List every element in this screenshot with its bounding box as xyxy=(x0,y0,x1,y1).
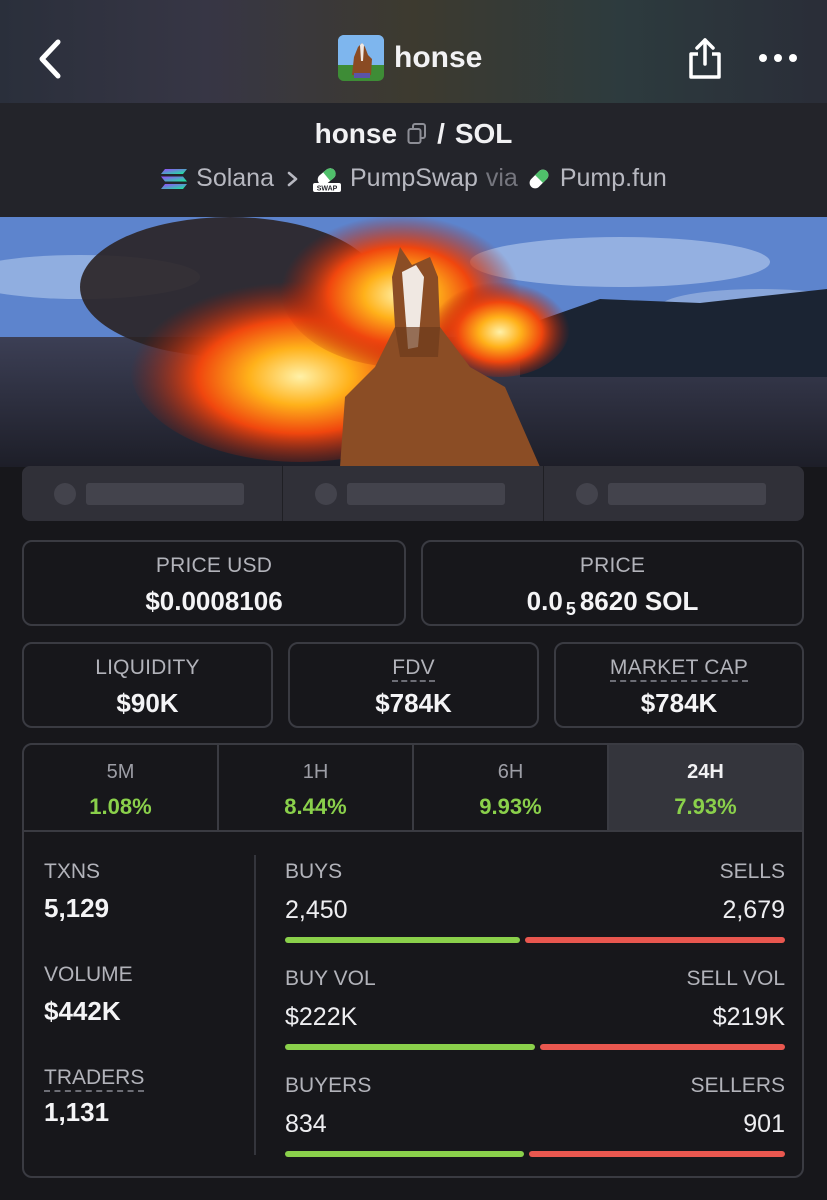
dex-link[interactable]: SWAP PumpSwap xyxy=(312,164,478,193)
copy-icon[interactable] xyxy=(407,123,427,145)
sells-ratio-bar xyxy=(525,937,785,943)
sell-vol-value: $219K xyxy=(712,1003,785,1031)
pumpswap-icon: SWAP xyxy=(313,167,341,192)
liquidity-card: LIQUIDITY $90K xyxy=(22,642,273,728)
traders-label[interactable]: TRADERS xyxy=(44,1066,145,1092)
sells-value: 2,679 xyxy=(722,896,785,924)
tab-5m[interactable]: 5M 1.08% xyxy=(24,745,219,830)
buyers-ratio-bar xyxy=(285,1151,524,1157)
traders-value: 1,131 xyxy=(44,1097,110,1127)
fdv-card[interactable]: FDV $784K xyxy=(288,642,539,728)
price-usd-value: $0.0008106 xyxy=(145,586,283,616)
txns-value: 5,129 xyxy=(44,893,110,923)
market-cap-card[interactable]: MARKET CAP $784K xyxy=(554,642,804,728)
totals-column: TXNS 5,129 VOLUME $442K TRADERS 1,131 xyxy=(44,860,244,1128)
pumpfun-icon xyxy=(529,169,549,188)
top-bar: honse xyxy=(0,0,827,103)
fdv-label[interactable]: FDV xyxy=(392,656,435,682)
dex-name: PumpSwap xyxy=(350,164,478,192)
change-5m: 1.08% xyxy=(89,794,152,819)
txns-label: TXNS xyxy=(44,860,101,883)
volume-split-row: BUY VOL SELL VOL $222K $219K xyxy=(285,967,785,1050)
social-placeholder-1 xyxy=(22,466,283,521)
buys-label: BUYS xyxy=(285,860,343,883)
sellers-ratio-bar xyxy=(529,1151,785,1157)
launchpad-name: Pump.fun xyxy=(559,164,667,192)
via-label: via xyxy=(485,164,518,192)
txns-stat: TXNS 5,129 xyxy=(44,860,244,924)
chain-name: Solana xyxy=(196,164,274,192)
buy-vol-value: $222K xyxy=(285,1003,358,1031)
social-placeholder-3 xyxy=(544,466,804,521)
buys-sells-row: BUYS SELLS 2,450 2,679 xyxy=(285,860,785,943)
launchpad-link[interactable]: Pump.fun xyxy=(526,164,667,193)
price-label: PRICE xyxy=(579,554,646,577)
buys-ratio-bar xyxy=(285,937,520,943)
timeframe-tabs: 5M 1.08% 1H 8.44% 6H 9.93% 24H 7.93% xyxy=(24,745,802,832)
stats-panel: 5M 1.08% 1H 8.44% 6H 9.93% 24H 7.93% TXN… xyxy=(22,743,804,1178)
token-title: honse xyxy=(338,34,482,82)
price-native-value: 0.0 5 8620 SOL xyxy=(526,586,699,619)
solana-icon xyxy=(161,168,188,189)
pair-quote: SOL xyxy=(454,118,513,149)
pair-separator: / xyxy=(437,118,445,149)
sells-label: SELLS xyxy=(719,860,785,883)
change-6h: 9.93% xyxy=(479,794,542,819)
market-cap-label[interactable]: MARKET CAP xyxy=(609,656,749,682)
traders-stat: TRADERS 1,131 xyxy=(44,1066,244,1128)
token-name: honse xyxy=(394,41,483,74)
token-banner-image xyxy=(0,217,827,467)
buys-value: 2,450 xyxy=(285,896,348,924)
buyers-value: 834 xyxy=(285,1110,327,1138)
sell-vol-ratio-bar xyxy=(540,1044,785,1050)
sell-vol-label: SELL VOL xyxy=(686,967,785,990)
volume-label: VOLUME xyxy=(44,963,133,986)
fdv-value: $784K xyxy=(375,688,452,718)
pair-title: honse / SOL xyxy=(0,118,827,150)
sellers-value: 901 xyxy=(743,1110,785,1138)
back-chevron-icon[interactable] xyxy=(34,38,68,80)
change-1h: 8.44% xyxy=(284,794,347,819)
breadcrumb: Solana SWAP PumpSwap via Pump.fun xyxy=(0,164,827,193)
tab-1h[interactable]: 1H 8.44% xyxy=(219,745,414,830)
more-icon[interactable] xyxy=(758,48,798,68)
token-avatar xyxy=(338,35,384,81)
column-divider xyxy=(254,855,256,1155)
social-links-placeholder xyxy=(22,466,804,521)
tab-24h[interactable]: 24H 7.93% xyxy=(609,745,802,830)
price-usd-card: PRICE USD $0.0008106 xyxy=(22,540,406,626)
market-cap-value: $784K xyxy=(640,688,718,718)
chevron-right-icon xyxy=(287,171,298,186)
traders-split-row: BUYERS SELLERS 834 901 xyxy=(285,1074,785,1157)
chain-link[interactable]: Solana xyxy=(160,164,274,193)
buy-vol-label: BUY VOL xyxy=(285,967,376,990)
share-icon[interactable] xyxy=(686,36,724,80)
liquidity-label: LIQUIDITY xyxy=(95,656,200,679)
price-native-card: PRICE 0.0 5 8620 SOL xyxy=(421,540,804,626)
tab-6h[interactable]: 6H 9.93% xyxy=(414,745,609,830)
price-usd-label: PRICE USD xyxy=(155,554,273,577)
pair-base: honse xyxy=(314,118,398,149)
social-placeholder-2 xyxy=(283,466,544,521)
buyers-label: BUYERS xyxy=(285,1074,372,1097)
svg-text:SWAP: SWAP xyxy=(317,185,338,192)
buy-vol-ratio-bar xyxy=(285,1044,535,1050)
change-24h: 7.93% xyxy=(674,794,737,819)
volume-value: $442K xyxy=(44,996,121,1026)
sellers-label: SELLERS xyxy=(690,1074,785,1097)
liquidity-value: $90K xyxy=(116,688,179,718)
volume-stat: VOLUME $442K xyxy=(44,963,244,1027)
